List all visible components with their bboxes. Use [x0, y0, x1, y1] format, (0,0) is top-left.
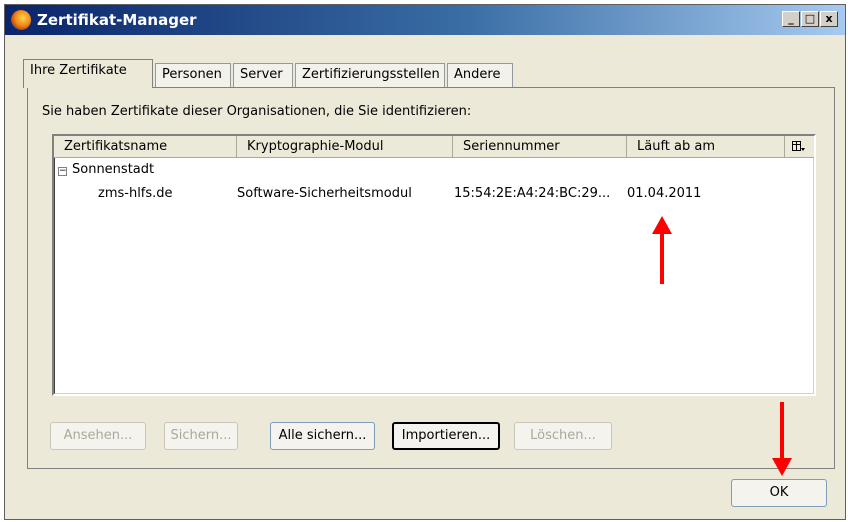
collapse-icon[interactable]: − [58, 167, 67, 176]
tab-your-certificates[interactable]: Ihre Zertifikate [23, 59, 153, 88]
column-header-name[interactable]: Zertifikatsname [54, 136, 237, 158]
delete-button[interactable]: Löschen... [514, 422, 612, 450]
cert-name: zms-hlfs.de [98, 186, 173, 201]
maximize-button[interactable]: □ [801, 11, 819, 27]
panel-description: Sie haben Zertifikate dieser Organisatio… [42, 104, 472, 119]
close-button[interactable]: x [820, 11, 838, 27]
column-header-serial[interactable]: Seriennummer [453, 136, 627, 158]
tab-others[interactable]: Andere [447, 63, 513, 87]
certificate-tree[interactable]: Zertifikatsname Kryptographie-Modul Seri… [52, 134, 816, 396]
arrow-shaft [780, 402, 784, 460]
group-label: Sonnenstadt [72, 162, 155, 177]
backup-button[interactable]: Sichern... [164, 422, 238, 450]
cert-module: Software-Sicherheitsmodul [237, 186, 412, 201]
arrow-down-icon [772, 458, 792, 476]
window-title: Zertifikat-Manager [37, 11, 197, 29]
cert-serial: 15:54:2E:A4:24:BC:29... [454, 186, 611, 201]
column-picker[interactable] [785, 136, 814, 158]
minimize-button[interactable]: _ [782, 11, 800, 27]
arrow-up-icon [652, 216, 672, 234]
backup-all-button[interactable]: Alle sichern... [270, 422, 375, 450]
view-button[interactable]: Ansehen... [50, 422, 146, 450]
arrow-shaft [660, 232, 664, 284]
ok-button[interactable]: OK [731, 479, 827, 507]
tab-authorities[interactable]: Zertifizierungsstellen [295, 63, 445, 87]
firefox-icon [11, 10, 31, 30]
cert-expires: 01.04.2011 [627, 186, 702, 201]
column-header-module[interactable]: Kryptographie-Modul [237, 136, 453, 158]
column-header-expires[interactable]: Läuft ab am [627, 136, 785, 158]
certificate-tree-frame [54, 136, 814, 394]
tab-persons[interactable]: Personen [155, 63, 231, 87]
import-button[interactable]: Importieren... [392, 422, 500, 450]
column-picker-icon [792, 140, 805, 151]
certificates-panel: Sie haben Zertifikate dieser Organisatio… [27, 87, 835, 469]
tab-servers[interactable]: Server [233, 63, 293, 87]
title-bar[interactable]: Zertifikat-Manager _ □ x [5, 5, 845, 35]
certificate-manager-window: Zertifikat-Manager _ □ x Ihre Zertifikat… [4, 4, 846, 520]
